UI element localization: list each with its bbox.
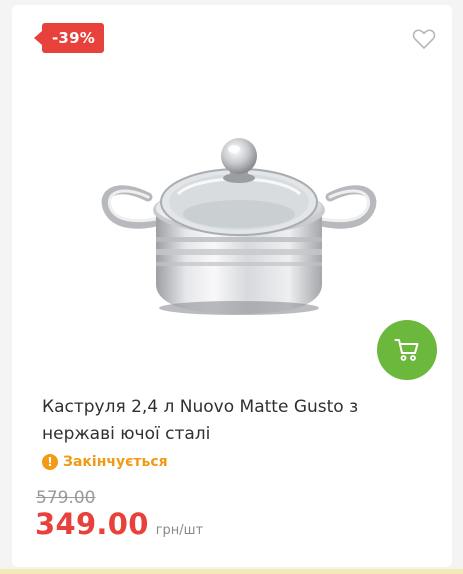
next-card-top-edge	[0, 569, 463, 574]
stock-status: ! Закінчується	[42, 454, 168, 470]
cart-icon	[394, 339, 419, 361]
old-price: 579.00	[36, 488, 96, 508]
heart-icon	[412, 29, 436, 49]
wishlist-button[interactable]	[412, 28, 436, 50]
current-price: 349.00	[35, 507, 149, 541]
price-row: 349.00 грн/шт	[35, 507, 203, 541]
discount-badge: -39%	[34, 23, 104, 53]
price-unit: грн/шт	[155, 523, 204, 538]
add-to-cart-button[interactable]	[377, 320, 437, 380]
product-image[interactable]	[98, 122, 380, 322]
product-title[interactable]: Каструля 2,4 л Nuovo Matte Gusto з нержа…	[42, 394, 432, 448]
stock-status-text: Закінчується	[63, 454, 168, 470]
warning-icon: !	[42, 454, 58, 470]
